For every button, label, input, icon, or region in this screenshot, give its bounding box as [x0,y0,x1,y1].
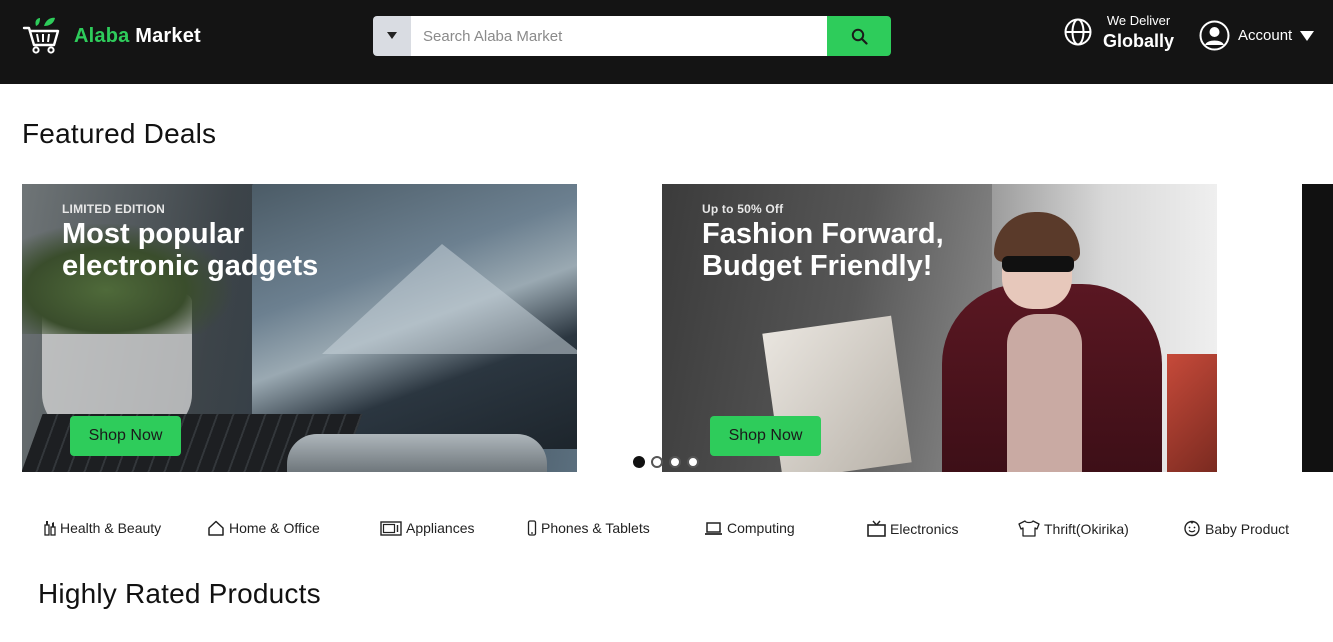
banner-fashion[interactable]: Up to 50% Off Fashion Forward, Budget Fr… [662,184,1217,472]
category-phones-tablets[interactable]: Phones & Tablets [527,520,650,536]
baby-icon [1184,520,1200,537]
banner-headline-line1: Most popular [62,218,245,250]
banner-headline-line2: Budget Friendly! [702,250,933,282]
top-navbar: Alaba Market We Deliver Globally [0,0,1333,84]
caret-down-icon [1300,30,1315,41]
shop-now-button[interactable]: Shop Now [710,416,821,456]
deliver-big-label: Globally [1103,31,1175,51]
category-label: Electronics [890,520,959,537]
globe-icon [1064,18,1092,46]
home-icon [208,520,224,536]
site-logo[interactable]: Alaba Market [22,16,201,56]
carousel-dot-3[interactable] [669,456,681,468]
banner-electronics[interactable]: LIMITED EDITION Most popular electronic … [22,184,577,472]
carousel-dot-1[interactable] [633,456,645,468]
deliver-small-label: We Deliver [1106,13,1171,28]
category-label: Thrift(Okirika) [1044,520,1129,537]
category-health-beauty[interactable]: Health & Beauty [44,520,161,536]
category-thrift[interactable]: Thrift(Okirika) [1018,520,1129,537]
featured-deals-title: Featured Deals [22,118,217,149]
category-electronics[interactable]: Electronics [867,520,958,537]
user-icon [1199,20,1230,51]
category-appliances[interactable]: Appliances [380,520,475,536]
category-label: Computing [727,520,795,536]
stand-shape [287,434,547,472]
shopping-bags-right-shape [1167,354,1217,472]
search-input[interactable] [411,16,827,56]
banner-headline: Most popular electronic gadgets [62,218,318,282]
carousel-dot-2[interactable] [651,456,663,468]
carousel-dots [633,456,699,468]
logo-word-alaba: Alaba [74,24,130,47]
logo-text: Alaba Market [74,25,201,48]
category-label: Home & Office [229,520,320,536]
highly-rated-title: Highly Rated Products [38,578,321,609]
phone-icon [527,520,537,536]
tv-icon [867,520,886,537]
banner-kicker: LIMITED EDITION [62,202,165,216]
banner-headline: Fashion Forward, Budget Friendly! [702,218,944,282]
caret-down-icon [387,32,397,39]
search-icon [851,28,868,45]
logo-word-market: Market [135,24,201,47]
laptop-icon [705,521,722,535]
mountain-shape [322,244,577,354]
beauty-icon [44,521,56,536]
account-menu[interactable]: Account [1199,20,1315,51]
shop-now-button[interactable]: Shop Now [70,416,181,456]
category-label: Phones & Tablets [541,520,650,536]
cart-logo-icon [22,17,60,54]
account-label: Account [1238,27,1293,44]
category-home-office[interactable]: Home & Office [207,520,320,536]
banner-kicker: Up to 50% Off [702,202,784,216]
search-button[interactable] [827,16,891,56]
search-category-dropdown[interactable] [373,16,411,56]
category-label: Appliances [406,520,475,536]
deliver-globally[interactable]: We Deliver Globally [1063,14,1174,50]
category-label: Health & Beauty [60,520,162,536]
category-computing[interactable]: Computing [704,520,795,536]
category-label: Baby Product [1205,520,1290,537]
category-baby-product[interactable]: Baby Product [1183,520,1289,537]
search-bar [373,16,891,56]
woman-sweater-shape [1007,314,1082,472]
banner-next-peek[interactable] [1302,184,1333,472]
appliance-icon [380,520,402,536]
shirt-icon [1018,520,1040,537]
banner-headline-line1: Fashion Forward, [702,218,944,250]
carousel-dot-4[interactable] [687,456,699,468]
deliver-text: We Deliver Globally [1103,14,1174,50]
category-bar: Health & Beauty Home & Office Appliances… [0,520,1333,542]
banner-headline-line2: electronic gadgets [62,250,319,282]
sunglasses-shape [1002,256,1074,272]
